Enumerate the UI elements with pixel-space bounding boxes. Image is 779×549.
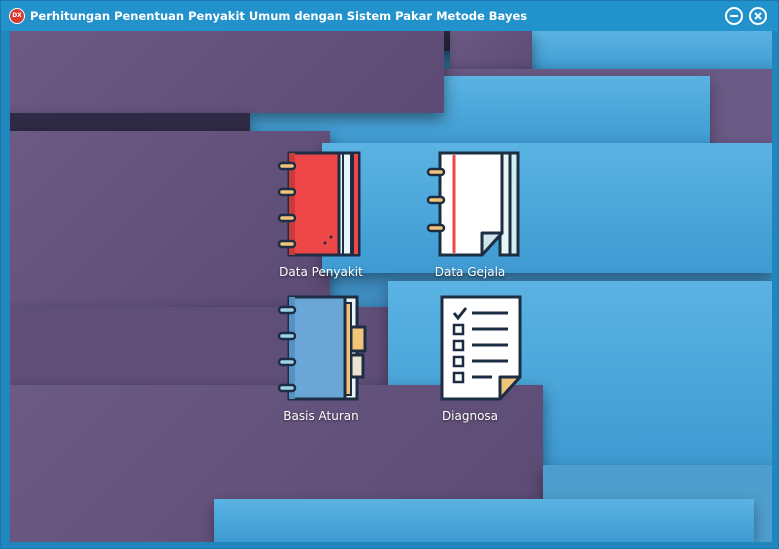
bg-block (214, 499, 754, 542)
title-bar[interactable]: DX Perhitungan Penentuan Penyakit Umum d… (1, 1, 778, 31)
menu-diagnosa[interactable]: Diagnosa (405, 293, 535, 423)
bg-block (322, 143, 772, 273)
bg-block (10, 31, 444, 113)
app-window: DX Perhitungan Penentuan Penyakit Umum d… (0, 0, 779, 549)
minimize-icon (730, 15, 738, 17)
bg-block (10, 113, 250, 133)
main-content: Data Penyakit Data Gejala Basis Aturan D… (10, 31, 772, 542)
window-title: Perhitungan Penentuan Penyakit Umum deng… (30, 9, 528, 23)
close-icon (754, 12, 762, 20)
checklist-document-icon (440, 295, 522, 401)
menu-label: Diagnosa (441, 409, 499, 423)
menu-basis-aturan[interactable]: Basis Aturan (256, 293, 386, 423)
white-notebook-icon (426, 151, 520, 257)
blue-binder-icon (277, 295, 367, 401)
menu-data-penyakit[interactable]: Data Penyakit (256, 149, 386, 279)
menu-label: Basis Aturan (283, 409, 359, 423)
menu-data-gejala[interactable]: Data Gejala (405, 149, 535, 279)
bg-block (530, 31, 772, 73)
red-notebook-icon (277, 151, 361, 257)
menu-label: Data Gejala (434, 265, 506, 279)
app-logo-icon: DX (9, 8, 25, 24)
menu-label: Data Penyakit (279, 265, 363, 279)
minimize-button[interactable] (725, 7, 743, 25)
close-button[interactable] (749, 7, 767, 25)
